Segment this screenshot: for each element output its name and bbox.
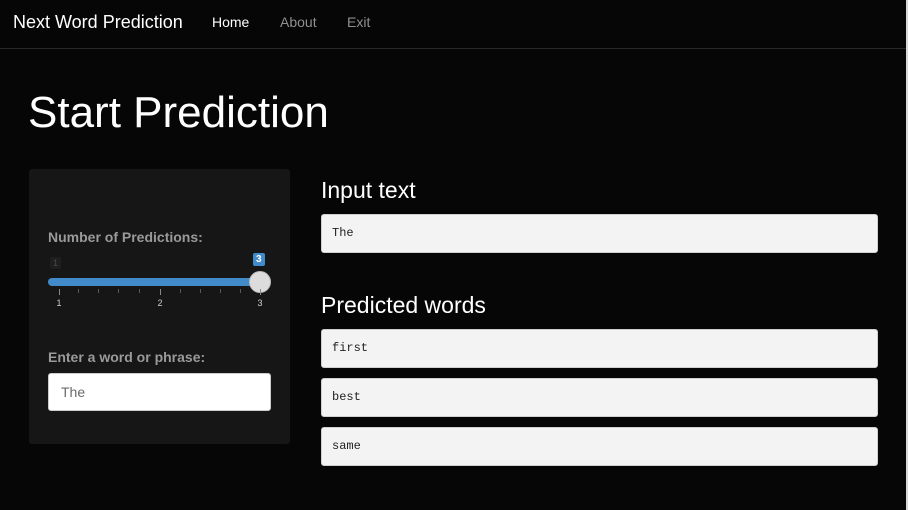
- slider-label: Number of Predictions:: [48, 229, 203, 245]
- input-text-heading: Input text: [321, 177, 416, 203]
- navbar-brand[interactable]: Next Word Prediction: [13, 12, 183, 33]
- nav-tab-exit[interactable]: Exit: [347, 14, 370, 30]
- slider-track[interactable]: [48, 278, 260, 286]
- nav-tab-home[interactable]: Home: [212, 14, 249, 30]
- predicted-words-heading: Predicted words: [321, 292, 486, 318]
- slider-min-label: 1: [50, 257, 62, 269]
- slider-ticks: [48, 289, 272, 297]
- nav-tab-about[interactable]: About: [280, 14, 317, 30]
- navbar: Next Word Prediction Home About Exit: [0, 0, 908, 49]
- phrase-input-label: Enter a word or phrase:: [48, 349, 206, 365]
- slider-tick-label: 3: [257, 298, 263, 308]
- page-title: Start Prediction: [28, 88, 329, 137]
- predictions-slider[interactable]: 1 3 1 2 3: [48, 253, 272, 313]
- prediction-output-3: same: [321, 427, 878, 466]
- slider-value-label: 3: [253, 253, 265, 266]
- sidebar-panel: Number of Predictions: 1 3 1 2 3 Enter a…: [29, 169, 290, 444]
- prediction-output-1: first: [321, 329, 878, 368]
- phrase-input[interactable]: [48, 373, 271, 411]
- slider-tick-label: 2: [157, 298, 163, 308]
- prediction-output-2: best: [321, 378, 878, 417]
- slider-tick-label: 1: [56, 298, 62, 308]
- input-text-output: The: [321, 214, 878, 253]
